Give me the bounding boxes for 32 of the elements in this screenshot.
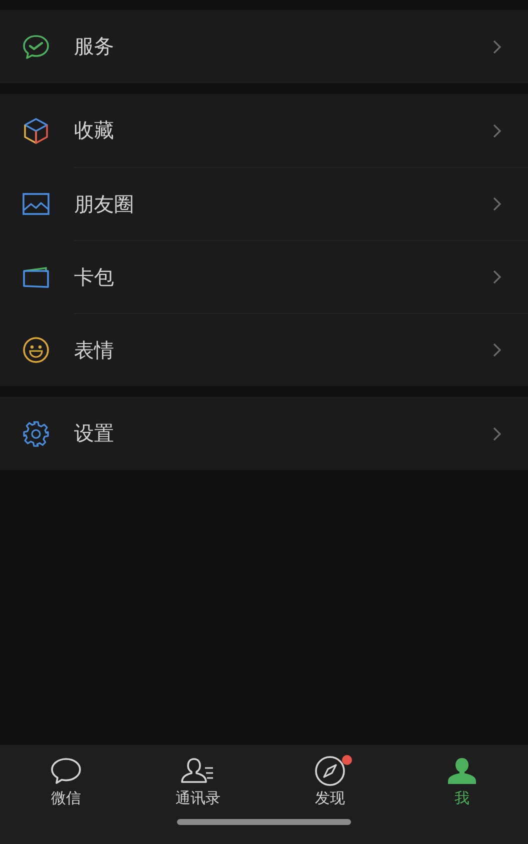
- menu-item[interactable]: 服务: [0, 10, 528, 83]
- cube-icon: [22, 116, 48, 144]
- settings-icon: [22, 420, 50, 448]
- menu-item[interactable]: 表情: [0, 313, 528, 386]
- menu-item[interactable]: 收藏: [0, 94, 528, 167]
- tab[interactable]: 微信: [0, 755, 132, 808]
- card-icon: [22, 264, 50, 288]
- contacts-icon: [180, 757, 216, 785]
- menu-label: 卡包: [74, 264, 114, 290]
- chat-check-icon: [22, 34, 50, 60]
- menu-label: 朋友圈: [74, 190, 134, 218]
- smiley-icon: [22, 336, 50, 364]
- tab[interactable]: 通讯录: [132, 755, 264, 808]
- menu-item[interactable]: 朋友圈: [0, 167, 528, 240]
- chat-bubble-icon: [50, 757, 82, 785]
- menu-label: 收藏: [74, 117, 114, 144]
- image-icon: [22, 192, 50, 216]
- menu-label: 设置: [74, 420, 114, 447]
- chevron-icon: [492, 426, 502, 442]
- menu-item[interactable]: 设置: [0, 397, 528, 470]
- person-icon: [446, 757, 478, 785]
- menu-item[interactable]: 卡包: [0, 240, 528, 313]
- compass-icon: [314, 755, 346, 787]
- chevron-icon: [492, 269, 502, 285]
- tab[interactable]: 发现: [264, 755, 396, 808]
- tab[interactable]: 我: [396, 755, 528, 808]
- chevron-icon: [492, 196, 502, 212]
- menu-label: 表情: [74, 336, 114, 364]
- chevron-icon: [492, 38, 502, 54]
- chevron-icon: [492, 122, 502, 138]
- menu-label: 服务: [74, 33, 114, 60]
- chevron-icon: [492, 342, 502, 358]
